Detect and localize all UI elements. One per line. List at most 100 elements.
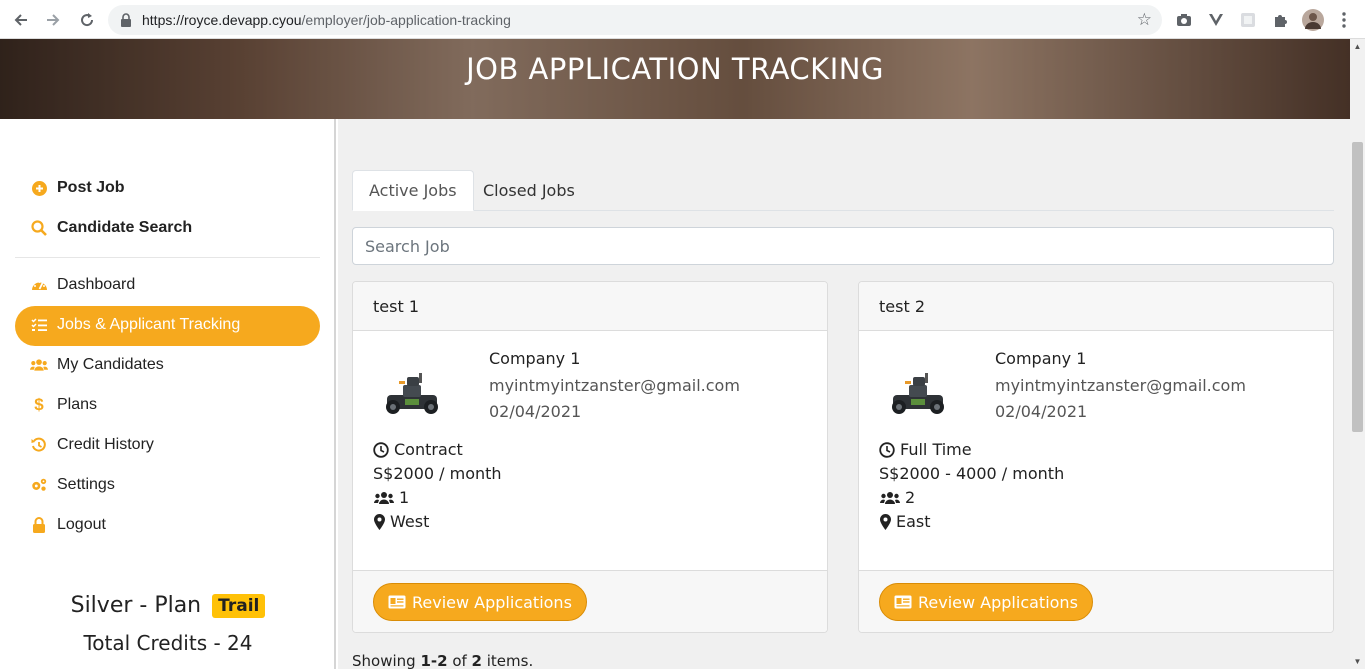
job-salary: S$2000 - 4000 / month: [879, 464, 1064, 483]
page-title: JOB APPLICATION TRACKING: [466, 52, 884, 86]
id-card-icon: [388, 595, 406, 609]
plan-info: Silver - Plan Trail: [0, 593, 336, 618]
job-type: Full Time: [879, 440, 972, 459]
sidebar-item-label: Jobs & Applicant Tracking: [57, 316, 241, 333]
job-positions: 1: [373, 488, 409, 507]
job-salary-label: S$2000 / month: [373, 464, 502, 483]
avatar[interactable]: [1302, 9, 1324, 31]
candidate-search-link[interactable]: Candidate Search: [30, 219, 192, 237]
menu-dots-icon[interactable]: [1334, 10, 1354, 30]
job-positions-count: 2: [905, 488, 916, 507]
sidebar-item-my-candidates[interactable]: My Candidates: [30, 356, 164, 374]
pagination-total: 2: [471, 652, 482, 669]
job-tabs: Active Jobs Closed Jobs: [352, 170, 1334, 211]
sidebar: Post Job Candidate Search Dashboard Jobs…: [0, 119, 336, 669]
total-credits: Total Credits - 24: [83, 631, 253, 655]
lock-icon: [30, 516, 48, 534]
browser-toolbar: https://royce.devapp.cyou/employer/job-a…: [0, 0, 1365, 39]
sidebar-item-label: My Candidates: [57, 356, 164, 373]
map-marker-icon: [373, 513, 385, 530]
company-logo: [386, 373, 438, 414]
job-card-body: Company 1 myintmyintzanster@gmail.com 02…: [859, 331, 1333, 570]
tab-closed-jobs[interactable]: Closed Jobs: [467, 170, 591, 211]
job-type: Contract: [373, 440, 463, 459]
sidebar-item-label: Settings: [57, 476, 115, 493]
sidebar-item-jobs-applicant-tracking[interactable]: Jobs & Applicant Tracking: [30, 316, 240, 334]
users-icon: [373, 490, 394, 506]
plan-name: Silver - Plan: [70, 593, 202, 618]
company-email: myintmyintzanster@gmail.com: [995, 376, 1246, 395]
sidebar-item-dashboard[interactable]: Dashboard: [30, 276, 135, 294]
pagination-middle: of: [447, 652, 472, 669]
company-email: myintmyintzanster@gmail.com: [489, 376, 740, 395]
address-bar[interactable]: https://royce.devapp.cyou/employer/job-a…: [108, 5, 1162, 35]
history-icon: [30, 436, 48, 454]
scroll-thumb[interactable]: [1352, 142, 1363, 432]
page-banner: JOB APPLICATION TRACKING: [0, 39, 1350, 119]
search-job-input[interactable]: [352, 227, 1334, 265]
job-type-label: Full Time: [900, 440, 972, 459]
pagination-range: 1-2: [420, 652, 448, 669]
clock-icon: [879, 441, 895, 458]
sidebar-divider: [15, 257, 320, 258]
star-icon[interactable]: ☆: [1137, 10, 1152, 30]
sidebar-item-settings[interactable]: Settings: [30, 476, 115, 494]
candidate-search-label: Candidate Search: [57, 219, 193, 236]
search-icon: [30, 219, 48, 237]
job-positions-count: 1: [399, 488, 410, 507]
sidebar-item-plans[interactable]: $ Plans: [30, 395, 98, 414]
job-salary: S$2000 / month: [373, 464, 502, 483]
scroll-down-icon[interactable]: ▼: [1353, 657, 1362, 666]
job-location-label: East: [896, 512, 931, 531]
sidebar-item-logout[interactable]: Logout: [30, 516, 106, 534]
review-applications-label: Review Applications: [918, 592, 1078, 612]
job-location-label: West: [390, 512, 430, 531]
job-card-body: Company 1 myintmyintzanster@gmail.com 02…: [353, 331, 827, 570]
tab-active-jobs[interactable]: Active Jobs: [352, 170, 474, 211]
extension-box-icon[interactable]: [1238, 10, 1258, 30]
job-card: test 1 Company 1 myintmyintzanster@gmail…: [352, 281, 828, 633]
back-icon[interactable]: [10, 9, 32, 31]
forward-icon[interactable]: [42, 9, 64, 31]
url-text: https://royce.devapp.cyou/employer/job-a…: [142, 12, 511, 28]
page-scrollbar[interactable]: ▲ ▼: [1350, 39, 1365, 669]
users-icon: [879, 490, 900, 506]
id-card-icon: [894, 595, 912, 609]
vue-devtools-icon[interactable]: [1206, 10, 1226, 30]
job-date: 02/04/2021: [489, 402, 582, 421]
pagination-summary: Showing 1-2 of 2 items.: [352, 652, 533, 669]
job-type-label: Contract: [394, 440, 463, 459]
review-applications-button[interactable]: Review Applications: [373, 583, 587, 621]
review-applications-button[interactable]: Review Applications: [879, 583, 1093, 621]
scroll-up-icon[interactable]: ▲: [1353, 42, 1362, 51]
dollar-icon: $: [34, 395, 44, 414]
dashboard-icon: [30, 276, 48, 294]
plan-badge: Trail: [212, 594, 266, 618]
sidebar-item-credit-history[interactable]: Credit History: [30, 436, 154, 454]
company-name: Company 1: [995, 349, 1087, 368]
job-card-footer: Review Applications: [353, 570, 827, 632]
job-card-footer: Review Applications: [859, 570, 1333, 632]
job-salary-label: S$2000 - 4000 / month: [879, 464, 1065, 483]
sidebar-item-label: Credit History: [57, 436, 154, 453]
company-name: Company 1: [489, 349, 581, 368]
reload-icon[interactable]: [76, 9, 98, 31]
job-date: 02/04/2021: [995, 402, 1088, 421]
sidebar-item-label: Plans: [57, 396, 98, 413]
lock-icon: [120, 13, 132, 27]
main-content: Active Jobs Closed Jobs test 1 Company 1…: [338, 119, 1350, 669]
review-applications-label: Review Applications: [412, 592, 572, 612]
puzzle-icon[interactable]: [1270, 10, 1290, 30]
plus-circle-icon: [30, 179, 48, 197]
post-job-link[interactable]: Post Job: [30, 179, 125, 197]
post-job-label: Post Job: [57, 179, 125, 196]
clock-icon: [373, 441, 389, 458]
sidebar-item-label: Logout: [57, 516, 106, 533]
pagination-suffix: items.: [481, 652, 534, 669]
camera-icon[interactable]: [1174, 10, 1194, 30]
cogs-icon: [30, 476, 48, 494]
job-card-title: test 1: [353, 282, 827, 331]
company-logo: [892, 373, 944, 414]
job-card: test 2 Company 1 myintmyintzanster@gmail…: [858, 281, 1334, 633]
job-card-title: test 2: [859, 282, 1333, 331]
